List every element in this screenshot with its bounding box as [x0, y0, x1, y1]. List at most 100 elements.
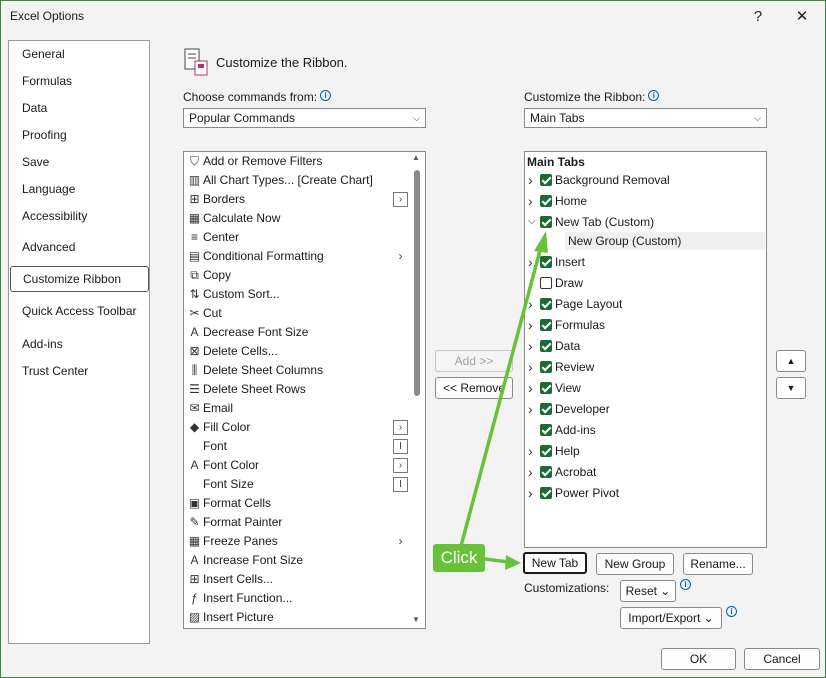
tree-item-tab[interactable]: › Background Removal — [525, 170, 765, 190]
chevron-right-icon[interactable]: › — [528, 483, 538, 503]
tree-item-tab[interactable]: Draw — [525, 273, 765, 293]
tab-checkbox[interactable] — [540, 361, 552, 373]
tree-item-tab[interactable]: › Insert — [525, 252, 765, 272]
rename-button[interactable]: Rename... — [683, 553, 753, 575]
command-item[interactable]: ✉ Email — [186, 399, 408, 418]
tree-item-tab[interactable]: › Acrobat — [525, 462, 765, 482]
command-item[interactable]: ▥ All Chart Types... [Create Chart] — [186, 171, 408, 190]
tab-checkbox[interactable] — [540, 424, 552, 436]
chevron-right-icon[interactable]: › — [528, 294, 538, 314]
command-item[interactable]: ▦ Calculate Now — [186, 209, 408, 228]
nav-item-proofing[interactable]: Proofing — [9, 124, 149, 146]
chevron-down-icon[interactable]: ⌵ — [528, 212, 538, 232]
tab-checkbox[interactable] — [540, 340, 552, 352]
tree-item-tab[interactable]: › Power Pivot — [525, 483, 765, 503]
command-item[interactable]: Font I — [186, 437, 408, 456]
nav-item-trust-center[interactable]: Trust Center — [9, 360, 149, 382]
info-icon[interactable]: i — [648, 90, 660, 101]
tree-item-tab[interactable]: › Data — [525, 336, 765, 356]
tree-item-new-group[interactable]: New Group (Custom) — [565, 232, 765, 250]
choose-commands-dropdown[interactable]: Popular Commands ⌵ — [183, 108, 426, 128]
nav-item-data[interactable]: Data — [9, 97, 149, 119]
nav-item-general[interactable]: General — [9, 43, 149, 65]
chevron-right-icon[interactable]: › — [528, 399, 538, 419]
command-item[interactable]: ⇅ Custom Sort... — [186, 285, 408, 304]
scroll-down-icon[interactable]: ▼ — [412, 615, 420, 624]
chevron-right-icon[interactable]: › — [528, 462, 538, 482]
nav-item-quick-access-toolbar[interactable]: Quick Access Toolbar — [9, 300, 149, 322]
command-item[interactable]: A Font Color › — [186, 456, 408, 475]
tree-item-tab[interactable]: › View — [525, 378, 765, 398]
tab-checkbox[interactable] — [540, 466, 552, 478]
ribbon-tabs-tree[interactable]: Main Tabs › Background Removal › Home ⌵ New T… — [524, 151, 767, 548]
scroll-thumb[interactable] — [414, 170, 420, 396]
tree-item-tab[interactable]: › Help — [525, 441, 765, 461]
tab-checkbox[interactable] — [540, 403, 552, 415]
tab-checkbox[interactable] — [540, 487, 552, 499]
tab-checkbox[interactable] — [540, 277, 552, 289]
tab-checkbox[interactable] — [540, 319, 552, 331]
tab-checkbox[interactable] — [540, 216, 552, 228]
tab-checkbox[interactable] — [540, 256, 552, 268]
command-item[interactable]: A Decrease Font Size — [186, 323, 408, 342]
tab-checkbox[interactable] — [540, 195, 552, 207]
chevron-right-icon[interactable]: › — [528, 378, 538, 398]
command-item[interactable]: Font Size I — [186, 475, 408, 494]
tree-item-tab[interactable]: › Page Layout — [525, 294, 765, 314]
commands-scrollbar[interactable]: ▲ ▼ — [411, 152, 423, 627]
chevron-right-icon[interactable]: › — [528, 441, 538, 461]
tab-checkbox[interactable] — [540, 382, 552, 394]
ok-button[interactable]: OK — [661, 648, 736, 670]
reset-button[interactable]: Reset ⌄ — [620, 580, 676, 602]
remove-button[interactable]: << Remove — [435, 377, 513, 399]
nav-item-add-ins[interactable]: Add-ins — [9, 333, 149, 355]
commands-list[interactable]: ⛉ Add or Remove Filters ▥ All Chart Types..… — [183, 151, 426, 629]
command-item[interactable]: ƒ Insert Function... — [186, 589, 408, 608]
command-item[interactable]: ✂ Cut — [186, 304, 408, 323]
help-button[interactable]: ? — [738, 5, 778, 29]
add-button[interactable]: Add >> — [435, 350, 513, 372]
scroll-up-icon[interactable]: ▲ — [412, 153, 420, 162]
close-button[interactable]: ✕ — [782, 5, 822, 29]
tree-item-tab[interactable]: Add-ins — [525, 420, 765, 440]
command-item[interactable]: ▦ Freeze Panes › — [186, 532, 408, 551]
cancel-button[interactable]: Cancel — [744, 648, 820, 670]
tab-checkbox[interactable] — [540, 174, 552, 186]
tree-item-tab[interactable]: › Review — [525, 357, 765, 377]
customize-ribbon-dropdown[interactable]: Main Tabs ⌵ — [524, 108, 767, 128]
command-item[interactable]: ⫼ Delete Sheet Columns — [186, 361, 408, 380]
move-down-button[interactable]: ▼ — [776, 377, 806, 399]
command-item[interactable]: ◆ Fill Color › — [186, 418, 408, 437]
chevron-right-icon[interactable]: › — [528, 315, 538, 335]
command-item[interactable]: ▨ Insert Picture — [186, 608, 408, 627]
nav-item-formulas[interactable]: Formulas — [9, 70, 149, 92]
command-item[interactable]: ≡ Center — [186, 228, 408, 247]
info-icon[interactable]: i — [680, 579, 691, 590]
nav-item-customize-ribbon[interactable]: Customize Ribbon — [10, 266, 149, 292]
command-item[interactable]: ⛉ Add or Remove Filters — [186, 152, 408, 171]
command-item[interactable]: ⊠ Delete Cells... — [186, 342, 408, 361]
command-item[interactable]: ▣ Format Cells — [186, 494, 408, 513]
nav-item-language[interactable]: Language — [9, 178, 149, 200]
tab-checkbox[interactable] — [540, 445, 552, 457]
tab-checkbox[interactable] — [540, 298, 552, 310]
tree-item-tab[interactable]: ⌵ New Tab (Custom) — [525, 212, 765, 232]
chevron-right-icon[interactable]: › — [528, 336, 538, 356]
move-up-button[interactable]: ▲ — [776, 350, 806, 372]
tree-item-tab[interactable]: › Home — [525, 191, 765, 211]
nav-item-accessibility[interactable]: Accessibility — [9, 205, 149, 227]
command-item[interactable]: ⧉ Copy — [186, 266, 408, 285]
info-icon[interactable]: i — [726, 606, 737, 617]
chevron-right-icon[interactable]: › — [528, 357, 538, 377]
nav-item-save[interactable]: Save — [9, 151, 149, 173]
chevron-right-icon[interactable]: › — [528, 252, 538, 272]
tree-item-tab[interactable]: › Developer — [525, 399, 765, 419]
command-item[interactable]: A Increase Font Size — [186, 551, 408, 570]
chevron-right-icon[interactable]: › — [528, 170, 538, 190]
command-item[interactable]: ▤ Conditional Formatting › — [186, 247, 408, 266]
new-group-button[interactable]: New Group — [596, 553, 674, 575]
nav-item-advanced[interactable]: Advanced — [9, 236, 149, 258]
command-item[interactable]: ☰ Delete Sheet Rows — [186, 380, 408, 399]
command-item[interactable]: ⊞ Insert Cells... — [186, 570, 408, 589]
command-item[interactable]: ✎ Format Painter — [186, 513, 408, 532]
